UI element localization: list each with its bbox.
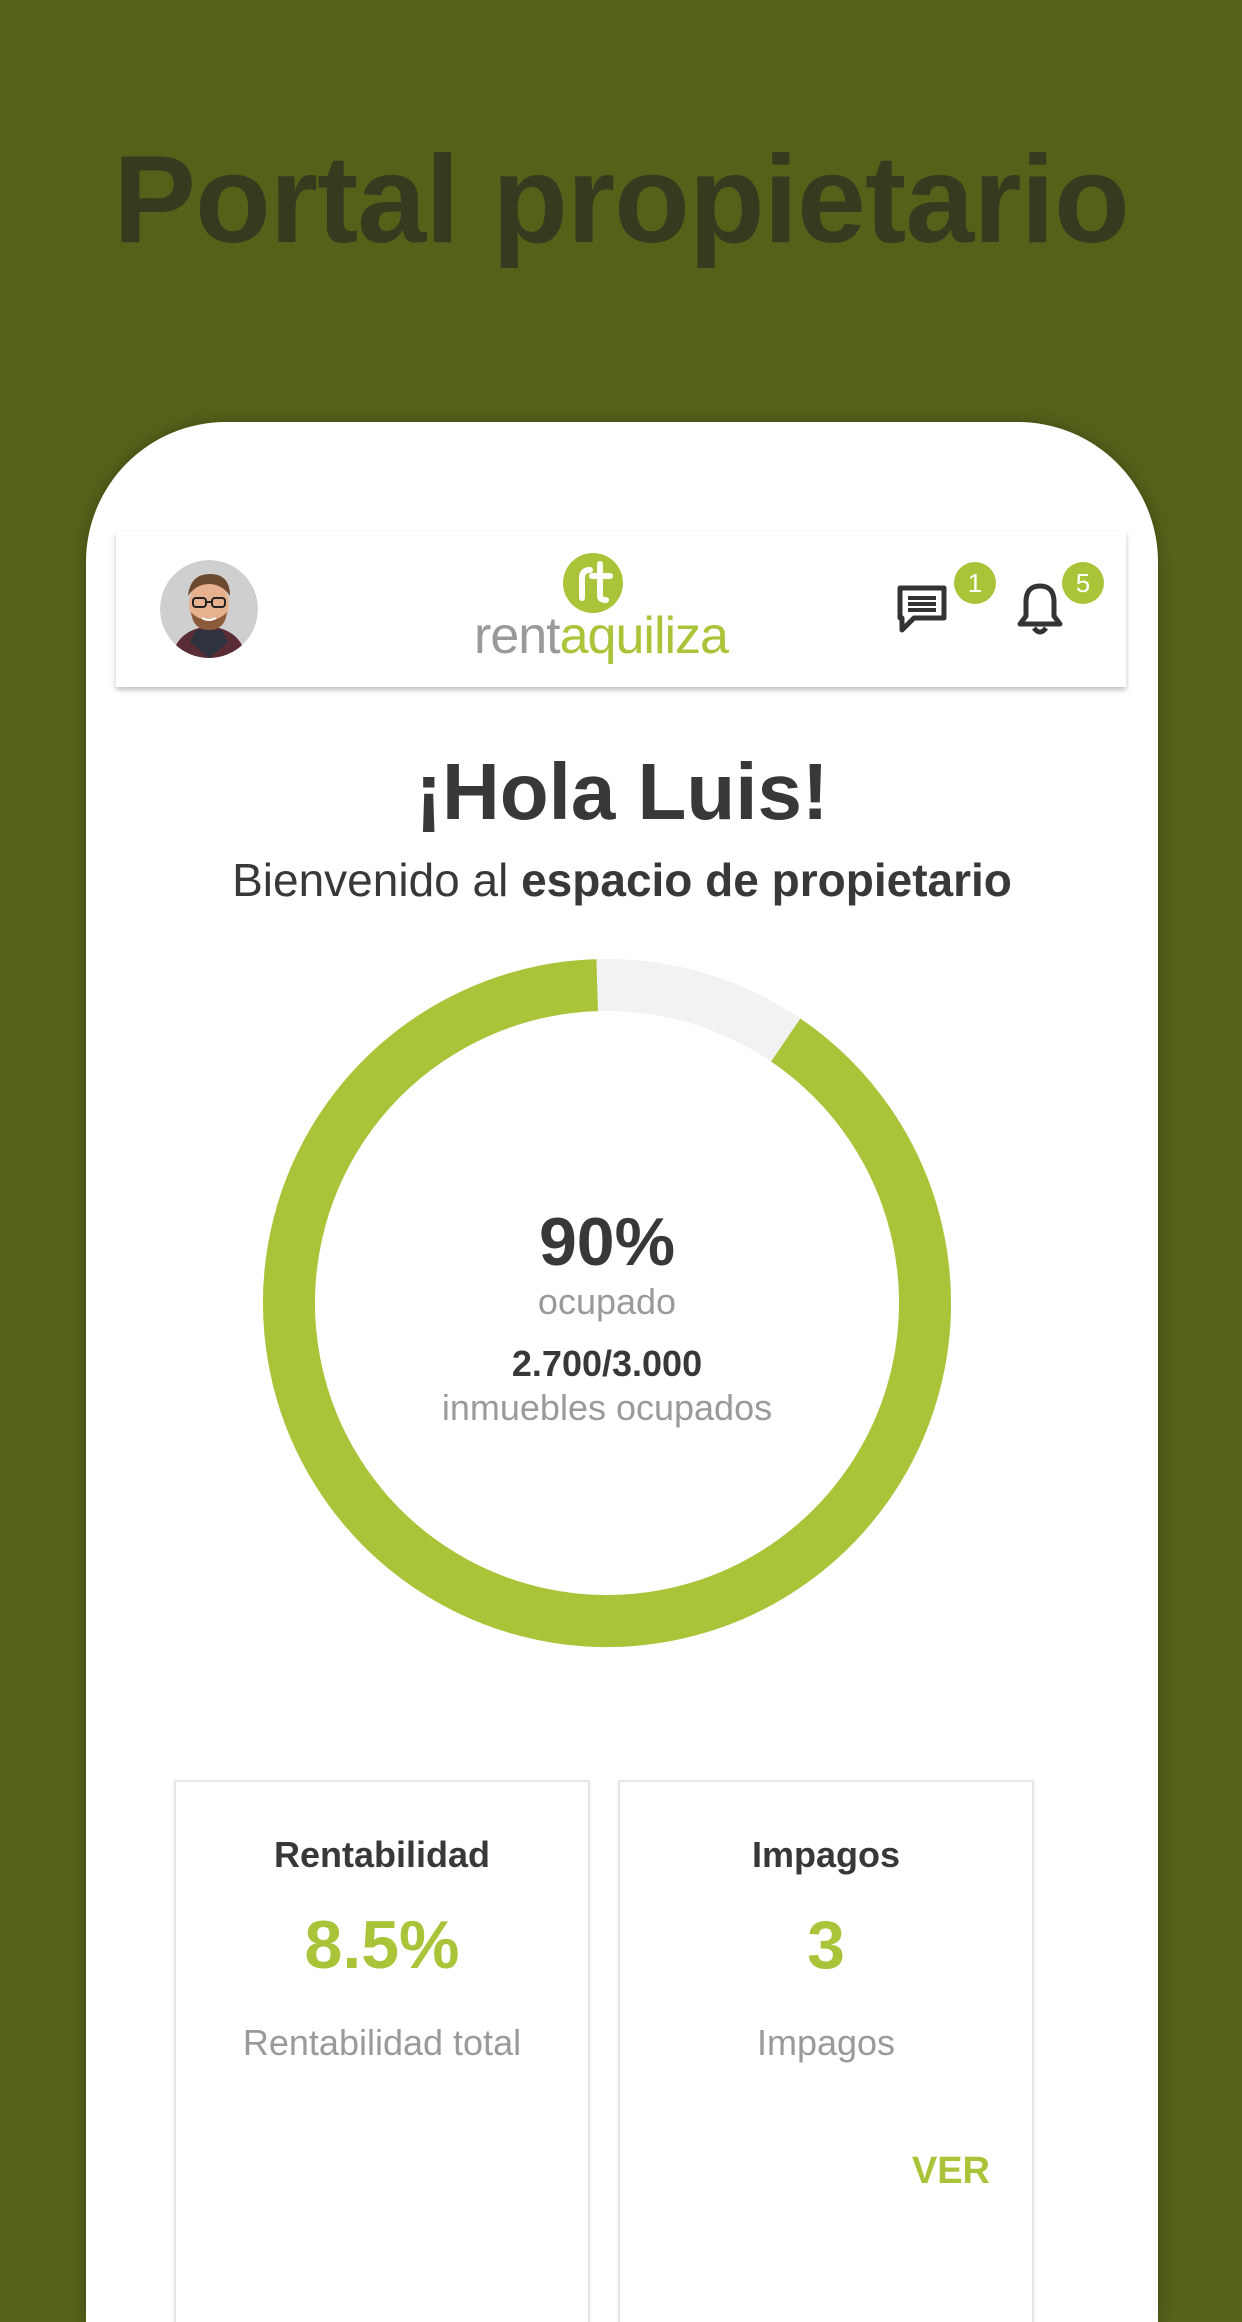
impagos-card[interactable]: Impagos 3 Impagos VER [618,1780,1034,2322]
impagos-subtitle: Impagos [756,2022,896,2063]
impagos-title: Impagos [751,1834,901,1875]
rentabilidad-title: Rentabilidad [273,1834,491,1875]
logo-mark-icon [563,553,623,613]
welcome-text: Bienvenido al espacio de propietario [86,850,1158,910]
welcome-bold: espacio de propietario [521,854,1012,906]
user-avatar[interactable] [160,560,258,658]
logo-text-rent: rent [474,607,561,665]
logo-wordmark: rentaquiliza [456,606,746,666]
occupancy-percent-caption: ocupado [537,1281,677,1322]
logo-text-aquiliza: aquiliza [559,607,729,665]
occupancy-count-caption: inmuebles ocupados [441,1387,773,1428]
rentabilidad-value: 8.5% [304,1907,460,1983]
ver-impagos-link[interactable]: VER [912,2150,990,2193]
app-logo[interactable]: rentaquiliza [456,552,746,672]
welcome-prefix: Bienvenido al [232,854,522,906]
occupancy-percent: 90% [538,1204,676,1280]
phone-screen: rentaquiliza 1 5 ¡Hola Luis! Bienvenido … [86,422,1158,2322]
messages-badge: 1 [954,562,996,604]
app-header: rentaquiliza 1 5 [116,532,1126,687]
notifications-badge: 5 [1062,562,1104,604]
chat-icon[interactable] [892,578,952,638]
donut-center: 90% ocupado 2.700/3.000 inmuebles ocupad… [262,958,952,1648]
greeting-title: ¡Hola Luis! [415,747,829,836]
promo-title: Portal propietario [113,131,1129,269]
rentabilidad-subtitle: Rentabilidad total [242,2022,522,2063]
occupancy-count: 2.700/3.000 [511,1343,703,1384]
impagos-value: 3 [807,1907,845,1983]
bell-icon[interactable] [1010,578,1070,638]
rentabilidad-card[interactable]: Rentabilidad 8.5% Rentabilidad total [174,1780,590,2322]
